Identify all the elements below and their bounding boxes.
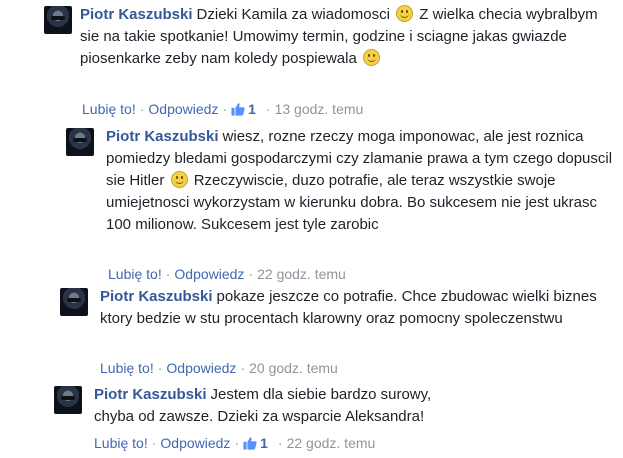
comment-body: Piotr Kaszubski wiesz, rozne rzeczy moga … xyxy=(106,126,621,236)
separator: · xyxy=(222,101,228,117)
avatar[interactable] xyxy=(54,386,82,414)
avatar[interactable] xyxy=(66,128,94,156)
like-link[interactable]: Lubię to! xyxy=(100,360,154,376)
comment: Piotr Kaszubski Dzieki Kamila za wiadomos… xyxy=(40,4,623,118)
comment-text: Dzieki Kamila za wiadomosci xyxy=(196,6,390,23)
avatar[interactable] xyxy=(44,6,72,34)
thumbs-up-icon[interactable] xyxy=(243,436,257,450)
comment: Piotr Kaszubski wiesz, rozne rzeczy moga … xyxy=(66,126,623,284)
comment-actions: Lubię to! · Odpowiedz · 1 · 13 godz. temu xyxy=(82,100,363,118)
avatar[interactable] xyxy=(60,288,88,316)
smiley-emoji-icon xyxy=(170,171,188,188)
separator: · xyxy=(165,266,171,282)
reply-link[interactable]: Odpowiedz xyxy=(174,266,244,282)
separator: · xyxy=(240,360,246,376)
timestamp[interactable]: 22 godz. temu xyxy=(287,435,376,451)
smiley-emoji-icon xyxy=(363,49,380,66)
comment-body: Piotr Kaszubski Dzieki Kamila za wiadomos… xyxy=(80,4,620,70)
separator: · xyxy=(139,101,145,117)
like-count[interactable]: 1 xyxy=(248,101,256,117)
like-link[interactable]: Lubię to! xyxy=(108,266,162,282)
timestamp[interactable]: 22 godz. temu xyxy=(257,266,346,282)
comment-author[interactable]: Piotr Kaszubski xyxy=(94,386,207,403)
separator: · xyxy=(277,435,283,451)
separator: · xyxy=(234,435,240,451)
like-link[interactable]: Lubię to! xyxy=(94,435,148,451)
separator: · xyxy=(265,101,271,117)
comment-author[interactable]: Piotr Kaszubski xyxy=(80,6,193,23)
separator: · xyxy=(157,360,163,376)
smiley-emoji-icon xyxy=(396,5,414,22)
comment-actions: Lubię to! · Odpowiedz · 22 godz. temu xyxy=(108,265,346,283)
comment-actions: Lubię to! · Odpowiedz · 1 · 22 godz. temu xyxy=(94,434,375,452)
reply-link[interactable]: Odpowiedz xyxy=(160,435,230,451)
reply-link[interactable]: Odpowiedz xyxy=(166,360,236,376)
comment-actions: Lubię to! · Odpowiedz · 20 godz. temu xyxy=(100,359,338,377)
comment: Piotr Kaszubski Jestem dla siebie bardzo … xyxy=(54,384,623,458)
separator: · xyxy=(151,435,157,451)
timestamp[interactable]: 13 godz. temu xyxy=(275,101,364,117)
comment: Piotr Kaszubski pokaze jeszcze co potrafi… xyxy=(60,286,623,377)
thumbs-up-icon[interactable] xyxy=(231,102,245,116)
comment-author[interactable]: Piotr Kaszubski xyxy=(100,288,213,305)
like-count[interactable]: 1 xyxy=(260,435,268,451)
separator: · xyxy=(248,266,254,282)
timestamp[interactable]: 20 godz. temu xyxy=(249,360,338,376)
like-link[interactable]: Lubię to! xyxy=(82,101,136,117)
comment-body: Piotr Kaszubski Jestem dla siebie bardzo … xyxy=(94,384,454,428)
comment-body: Piotr Kaszubski pokaze jeszcze co potrafi… xyxy=(100,286,620,330)
comment-author[interactable]: Piotr Kaszubski xyxy=(106,128,219,145)
reply-link[interactable]: Odpowiedz xyxy=(148,101,218,117)
